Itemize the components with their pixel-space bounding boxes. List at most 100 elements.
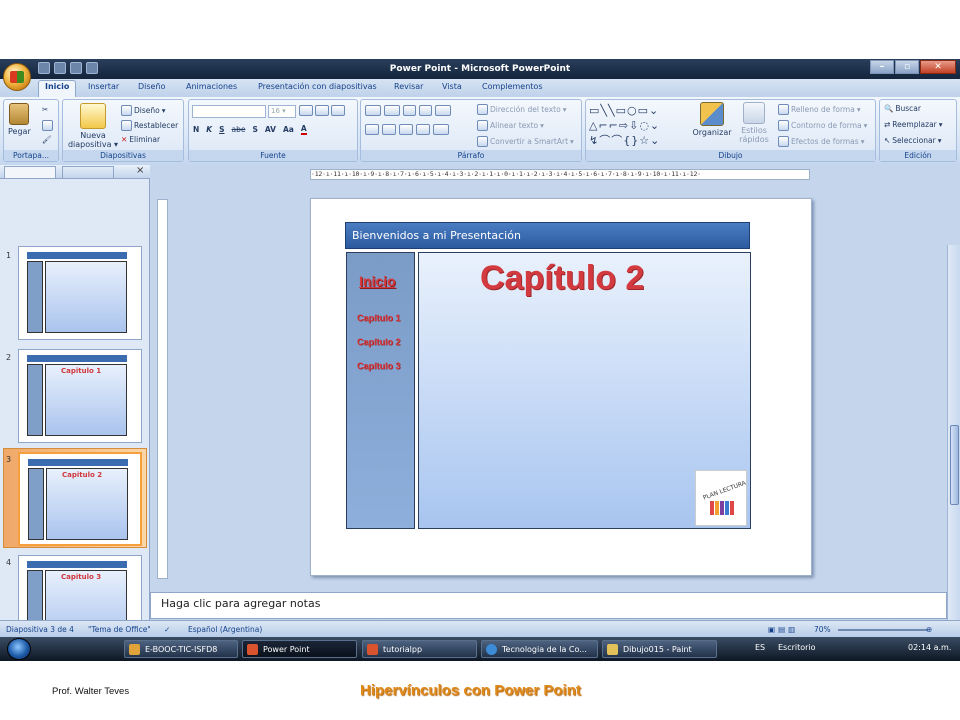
tab-inicio[interactable]: Inicio xyxy=(38,80,77,97)
slide-number: 2 xyxy=(6,353,12,362)
thumb-title: Capitulo 3 xyxy=(61,573,102,581)
binoculars-icon: 🔍 xyxy=(884,104,894,113)
quick-styles-button[interactable]: Estilos rápidos xyxy=(736,102,772,144)
increase-indent-icon[interactable] xyxy=(419,105,432,116)
vertical-scrollbar[interactable] xyxy=(947,245,960,651)
shrink-font-icon[interactable] xyxy=(315,105,329,116)
tab-insertar[interactable]: Insertar xyxy=(88,82,119,91)
reset-button[interactable]: Restablecer xyxy=(121,120,178,131)
decrease-indent-icon[interactable] xyxy=(403,105,416,116)
maximize-button[interactable]: ▫ xyxy=(895,60,919,74)
scroll-thumb[interactable] xyxy=(950,425,959,505)
taskbar-item-ebooc[interactable]: E-BOOC-TIC-ISFD8 xyxy=(124,640,238,658)
tab-slides[interactable] xyxy=(4,166,56,178)
taskbar-item-paint[interactable]: Dibujo015 - Paint xyxy=(602,640,717,658)
zoom-level[interactable]: 70% xyxy=(814,625,831,634)
powerpoint-icon xyxy=(247,644,258,655)
office-button[interactable] xyxy=(3,63,31,91)
align-left-icon[interactable] xyxy=(365,124,379,135)
link-capitulo-2[interactable]: Capítulo 2 xyxy=(357,337,401,347)
close-panel-icon[interactable]: × xyxy=(136,165,144,176)
shape-fill-button[interactable]: Relleno de forma ▾ xyxy=(778,104,861,115)
title-bar: Power Point - Microsoft PowerPoint – ▫ ✕ xyxy=(0,59,960,79)
tab-outline[interactable] xyxy=(62,166,114,178)
arrange-button[interactable]: Organizar xyxy=(692,102,732,137)
line-spacing-icon[interactable] xyxy=(435,105,451,116)
shadow-button[interactable]: S xyxy=(252,125,257,134)
office-logo-icon xyxy=(10,71,24,83)
slide-thumbnail-1[interactable] xyxy=(18,246,142,340)
slide-thumbnail-3[interactable]: Capitulo 2 xyxy=(18,452,142,546)
grow-font-button[interactable] xyxy=(299,105,345,116)
taskbar-item-powerpoint[interactable]: Power Point xyxy=(242,640,357,658)
shape-effects-button[interactable]: Efectos de formas ▾ xyxy=(778,136,864,147)
delete-slide-button[interactable]: ✕ Eliminar xyxy=(121,135,160,144)
spellcheck-icon[interactable]: ✓ xyxy=(164,625,170,634)
justify-icon[interactable] xyxy=(416,124,430,135)
theme-name[interactable]: "Tema de Office" xyxy=(88,625,151,634)
italic-button[interactable]: K xyxy=(206,125,212,134)
tab-diseno[interactable]: Diseño xyxy=(138,82,165,91)
tab-presentacion[interactable]: Presentación con diapositivas xyxy=(258,82,377,91)
language-indicator[interactable]: Español (Argentina) xyxy=(188,625,262,634)
taskbar-item-tecnologia[interactable]: Tecnologia de la Co... xyxy=(481,640,598,658)
strikethrough-button[interactable]: abe xyxy=(232,125,246,134)
notes-pane[interactable]: Haga clic para agregar notas xyxy=(150,592,947,619)
link-inicio[interactable]: Inicio xyxy=(359,273,396,289)
spacing-button[interactable]: AV xyxy=(265,125,276,134)
minimize-button[interactable]: – xyxy=(870,60,894,74)
align-center-icon[interactable] xyxy=(382,124,396,135)
language-bar[interactable]: ES xyxy=(755,643,765,652)
close-button[interactable]: ✕ xyxy=(920,60,956,74)
desktop-toolbar[interactable]: Escritorio xyxy=(778,643,816,652)
font-name-field[interactable] xyxy=(192,105,266,118)
outline-icon xyxy=(778,120,789,131)
case-button[interactable]: Aa xyxy=(283,125,294,134)
paste-icon xyxy=(9,103,29,125)
group-label: Diapositivas xyxy=(63,150,183,161)
font-color-button[interactable]: A xyxy=(300,124,307,135)
arrange-icon xyxy=(700,102,724,126)
tab-animaciones[interactable]: Animaciones xyxy=(186,82,237,91)
group-dibujo: ▭╲╲▭○▭⌄ △⌐⌐⇨⇩◌⌄ ↯⌒⌒{}☆⌄ Organizar Estilos r… xyxy=(585,99,876,162)
view-buttons[interactable]: ▣▤▥ xyxy=(768,625,798,634)
tab-revisar[interactable]: Revisar xyxy=(394,82,423,91)
clear-format-icon[interactable] xyxy=(331,105,345,116)
text-direction-button[interactable]: Dirección del texto ▾ xyxy=(477,104,566,115)
taskbar-item-tutorialpp[interactable]: tutorialpp xyxy=(362,640,477,658)
copy-button[interactable] xyxy=(42,120,53,131)
tab-complementos[interactable]: Complementos xyxy=(482,82,542,91)
bullets-icon[interactable] xyxy=(365,105,381,116)
smartart-button[interactable]: Convertir a SmartArt ▾ xyxy=(477,136,574,147)
new-slide-button[interactable]: Nueva diapositiva ▾ xyxy=(66,103,120,149)
effects-icon xyxy=(778,136,789,147)
align-right-icon[interactable] xyxy=(399,124,413,135)
zoom-slider[interactable] xyxy=(838,629,928,631)
zoom-in-icon[interactable]: ⊕ xyxy=(926,625,932,634)
format-painter-button[interactable]: 🖌 xyxy=(42,135,52,144)
slide-number: 3 xyxy=(6,455,12,464)
slide-thumbnail-2[interactable]: Capitulo 1 xyxy=(18,349,142,443)
shape-outline-button[interactable]: Contorno de forma ▾ xyxy=(778,120,867,131)
select-button[interactable]: ↖ Seleccionar ▾ xyxy=(884,136,942,145)
numbering-icon[interactable] xyxy=(384,105,400,116)
shapes-gallery[interactable]: ▭╲╲▭○▭⌄ △⌐⌐⇨⇩◌⌄ ↯⌒⌒{}☆⌄ xyxy=(589,103,689,147)
bold-button[interactable]: N xyxy=(193,125,199,134)
underline-button[interactable]: S xyxy=(219,125,224,134)
cut-button[interactable]: ✂ xyxy=(42,105,48,114)
grow-font-icon xyxy=(299,105,313,116)
align-text-button[interactable]: Alinear texto ▾ xyxy=(477,120,544,131)
copy-icon xyxy=(42,120,53,131)
replace-icon: ⇄ xyxy=(884,120,891,129)
clock: 02:14 a.m. xyxy=(908,643,952,652)
link-capitulo-1[interactable]: Capítulo 1 xyxy=(357,313,401,323)
start-button[interactable] xyxy=(7,638,31,660)
layout-button[interactable]: Diseño ▾ xyxy=(121,105,166,116)
font-size-field[interactable]: 16 ▾ xyxy=(268,105,296,118)
find-button[interactable]: 🔍 Buscar xyxy=(884,104,921,113)
tab-vista[interactable]: Vista xyxy=(442,82,462,91)
link-capitulo-3[interactable]: Capítulo 3 xyxy=(357,361,401,371)
paste-button[interactable]: Pegar xyxy=(8,103,31,136)
replace-button[interactable]: ⇄ Reemplazar ▾ xyxy=(884,120,943,129)
columns-icon[interactable] xyxy=(433,124,449,135)
